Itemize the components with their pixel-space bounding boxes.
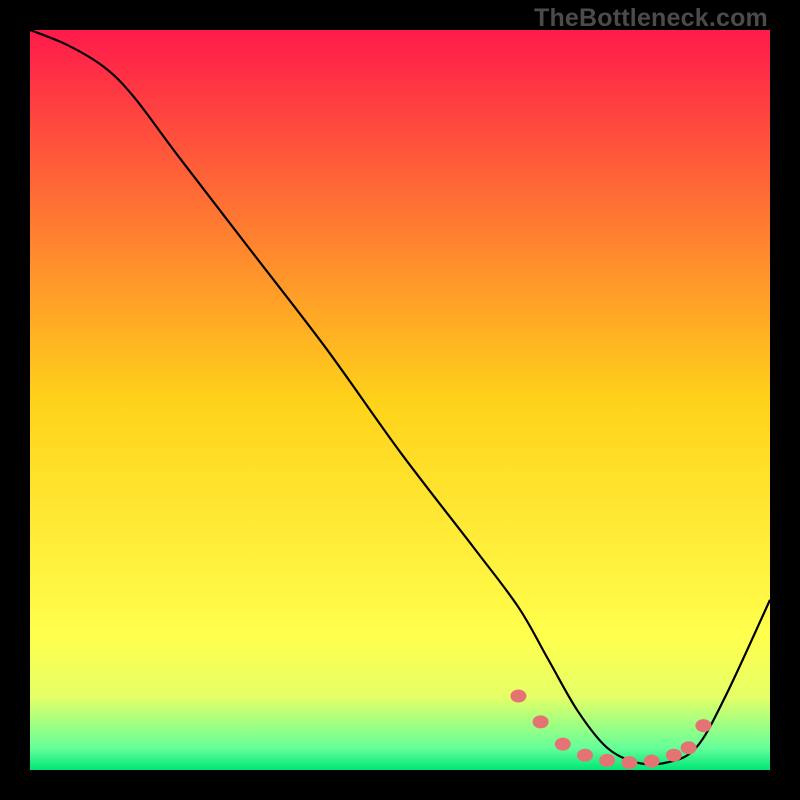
marker-dot [533, 715, 549, 728]
marker-dot [681, 741, 697, 754]
gradient-background [30, 30, 770, 770]
marker-dot [644, 755, 660, 768]
marker-dot [555, 738, 571, 751]
chart-frame: TheBottleneck.com [0, 0, 800, 800]
marker-dot [510, 690, 526, 703]
plot-area [30, 30, 770, 770]
marker-dot [695, 719, 711, 732]
marker-dot [666, 749, 682, 762]
marker-dot [599, 754, 615, 767]
marker-dot [577, 749, 593, 762]
marker-dot [621, 756, 637, 769]
watermark-text: TheBottleneck.com [534, 4, 768, 33]
chart-svg [30, 30, 770, 770]
